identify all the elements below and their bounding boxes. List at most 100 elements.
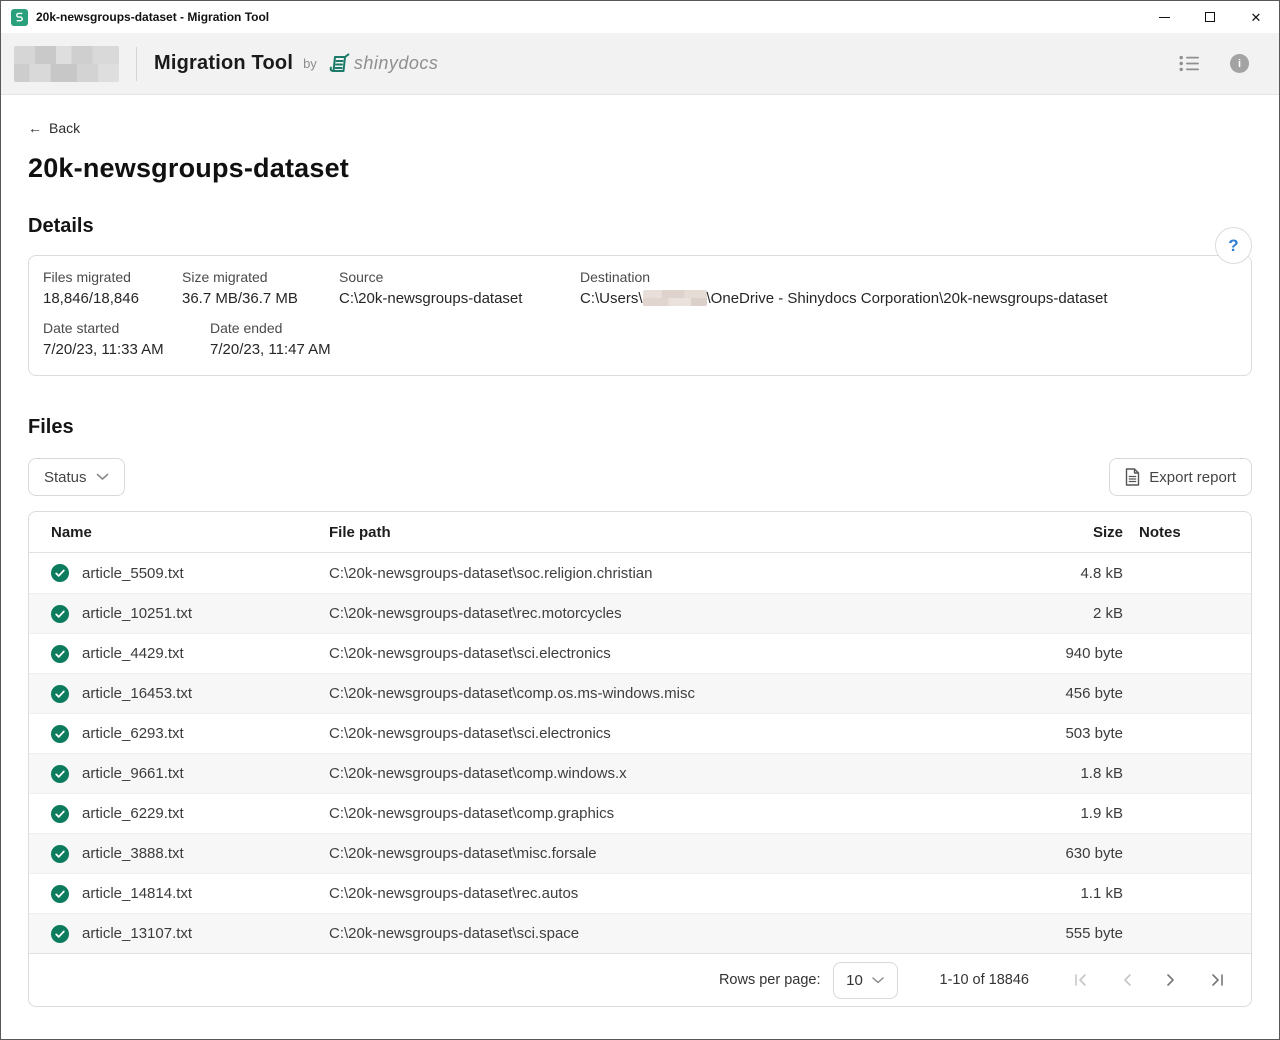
table-rows: article_5509.txt C:\20k-newsgroups-datas… bbox=[29, 553, 1251, 953]
details-card: Files migrated 18,846/18,846 Size migrat… bbox=[28, 255, 1252, 376]
detail-date-started: Date started 7/20/23, 11:33 AM bbox=[43, 320, 210, 358]
success-check-icon bbox=[51, 605, 69, 623]
detail-value: C:\Users\\OneDrive - Shinydocs Corporati… bbox=[580, 290, 1237, 307]
brand-name: shinydocs bbox=[354, 53, 439, 74]
file-name: article_3888.txt bbox=[82, 845, 184, 862]
maximize-button[interactable] bbox=[1187, 1, 1233, 33]
minimize-button[interactable] bbox=[1141, 1, 1187, 33]
success-check-icon bbox=[51, 765, 69, 783]
column-header-size: Size bbox=[1039, 524, 1139, 541]
maximize-icon bbox=[1205, 12, 1215, 22]
files-heading: Files bbox=[28, 416, 1252, 439]
file-name: article_14814.txt bbox=[82, 885, 192, 902]
table-row[interactable]: article_3888.txt C:\20k-newsgroups-datas… bbox=[29, 833, 1251, 873]
file-path: C:\20k-newsgroups-dataset\comp.graphics bbox=[329, 805, 1039, 822]
rows-per-page-select[interactable]: 10 bbox=[833, 962, 898, 999]
shinydocs-brand: shinydocs bbox=[326, 51, 439, 77]
file-name: article_6293.txt bbox=[82, 725, 184, 742]
file-size: 503 byte bbox=[1039, 725, 1139, 742]
file-size: 456 byte bbox=[1039, 685, 1139, 702]
first-page-button[interactable] bbox=[1069, 969, 1092, 991]
app-logo-icon bbox=[11, 9, 28, 26]
status-filter-button[interactable]: Status bbox=[28, 458, 125, 496]
page-title: 20k-newsgroups-dataset bbox=[28, 153, 1252, 184]
window-controls: ✕ bbox=[1141, 1, 1279, 33]
file-size: 1.9 kB bbox=[1039, 805, 1139, 822]
file-name: article_10251.txt bbox=[82, 605, 192, 622]
back-arrow-icon: ← bbox=[28, 120, 42, 136]
file-size: 630 byte bbox=[1039, 845, 1139, 862]
success-check-icon bbox=[51, 564, 69, 582]
first-page-icon bbox=[1073, 973, 1088, 987]
back-link[interactable]: ← Back bbox=[28, 120, 80, 136]
file-path: C:\20k-newsgroups-dataset\sci.electronic… bbox=[329, 645, 1039, 662]
previous-page-icon bbox=[1122, 973, 1132, 987]
detail-label: Date ended bbox=[210, 320, 331, 336]
export-report-button[interactable]: Export report bbox=[1109, 458, 1252, 496]
help-button[interactable]: ? bbox=[1215, 227, 1252, 264]
redacted-username bbox=[643, 290, 707, 306]
close-icon: ✕ bbox=[1251, 11, 1262, 24]
next-page-icon bbox=[1166, 973, 1176, 987]
detail-label: Source bbox=[339, 269, 580, 285]
table-row[interactable]: article_6293.txt C:\20k-newsgroups-datas… bbox=[29, 713, 1251, 753]
success-check-icon bbox=[51, 725, 69, 743]
file-path: C:\20k-newsgroups-dataset\rec.motorcycle… bbox=[329, 605, 1039, 622]
table-row[interactable]: article_13107.txt C:\20k-newsgroups-data… bbox=[29, 913, 1251, 953]
header-actions: i bbox=[1179, 54, 1249, 73]
file-size: 1.8 kB bbox=[1039, 765, 1139, 782]
detail-label: Size migrated bbox=[182, 269, 339, 285]
table-row[interactable]: article_10251.txt C:\20k-newsgroups-data… bbox=[29, 593, 1251, 633]
table-row[interactable]: article_14814.txt C:\20k-newsgroups-data… bbox=[29, 873, 1251, 913]
success-check-icon bbox=[51, 645, 69, 663]
table-row[interactable]: article_5509.txt C:\20k-newsgroups-datas… bbox=[29, 553, 1251, 593]
detail-value: 7/20/23, 11:33 AM bbox=[43, 341, 210, 358]
success-check-icon bbox=[51, 805, 69, 823]
table-row[interactable]: article_4429.txt C:\20k-newsgroups-datas… bbox=[29, 633, 1251, 673]
file-name: article_6229.txt bbox=[82, 805, 184, 822]
table-row[interactable]: article_9661.txt C:\20k-newsgroups-datas… bbox=[29, 753, 1251, 793]
detail-value: 36.7 MB/36.7 MB bbox=[182, 290, 339, 307]
success-check-icon bbox=[51, 925, 69, 943]
file-path: C:\20k-newsgroups-dataset\soc.religion.c… bbox=[329, 565, 1039, 582]
detail-label: Date started bbox=[43, 320, 210, 336]
detail-value: 7/20/23, 11:47 AM bbox=[210, 341, 331, 358]
table-row[interactable]: article_16453.txt C:\20k-newsgroups-data… bbox=[29, 673, 1251, 713]
previous-page-button[interactable] bbox=[1118, 969, 1136, 991]
list-icon bbox=[1179, 55, 1200, 72]
chevron-down-icon bbox=[872, 977, 884, 984]
detail-size-migrated: Size migrated 36.7 MB/36.7 MB bbox=[182, 269, 339, 307]
last-page-button[interactable] bbox=[1206, 969, 1229, 991]
file-name: article_4429.txt bbox=[82, 645, 184, 662]
rows-per-page-value: 10 bbox=[846, 972, 863, 989]
about-button[interactable]: i bbox=[1230, 54, 1249, 73]
detail-files-migrated: Files migrated 18,846/18,846 bbox=[43, 269, 182, 307]
pagination-range: 1-10 of 18846 bbox=[940, 972, 1030, 988]
table-row[interactable]: article_6229.txt C:\20k-newsgroups-datas… bbox=[29, 793, 1251, 833]
export-report-label: Export report bbox=[1149, 469, 1236, 486]
file-size: 940 byte bbox=[1039, 645, 1139, 662]
close-button[interactable]: ✕ bbox=[1233, 1, 1279, 33]
file-name: article_13107.txt bbox=[82, 925, 192, 942]
column-header-path: File path bbox=[329, 524, 1039, 541]
info-icon: i bbox=[1230, 54, 1249, 73]
file-size: 2 kB bbox=[1039, 605, 1139, 622]
by-label: by bbox=[303, 56, 317, 71]
window-title: 20k-newsgroups-dataset - Migration Tool bbox=[36, 10, 1141, 24]
pager bbox=[1069, 969, 1229, 991]
table-footer: Rows per page: 10 1-10 of 18846 bbox=[29, 953, 1251, 1006]
next-page-button[interactable] bbox=[1162, 969, 1180, 991]
file-path: C:\20k-newsgroups-dataset\misc.forsale bbox=[329, 845, 1039, 862]
detail-source: Source C:\20k-newsgroups-dataset bbox=[339, 269, 580, 307]
file-name: article_9661.txt bbox=[82, 765, 184, 782]
chevron-down-icon bbox=[96, 473, 109, 481]
files-table: Name File path Size Notes article_5509.t… bbox=[28, 511, 1252, 1007]
status-filter-label: Status bbox=[44, 469, 87, 486]
file-path: C:\20k-newsgroups-dataset\comp.windows.x bbox=[329, 765, 1039, 782]
titlebar: 20k-newsgroups-dataset - Migration Tool … bbox=[1, 1, 1279, 33]
log-list-button[interactable] bbox=[1179, 55, 1200, 72]
header-divider bbox=[136, 47, 137, 81]
file-name: article_5509.txt bbox=[82, 565, 184, 582]
app-title: Migration Tool bbox=[154, 52, 293, 75]
app-window: 20k-newsgroups-dataset - Migration Tool … bbox=[0, 0, 1280, 1040]
